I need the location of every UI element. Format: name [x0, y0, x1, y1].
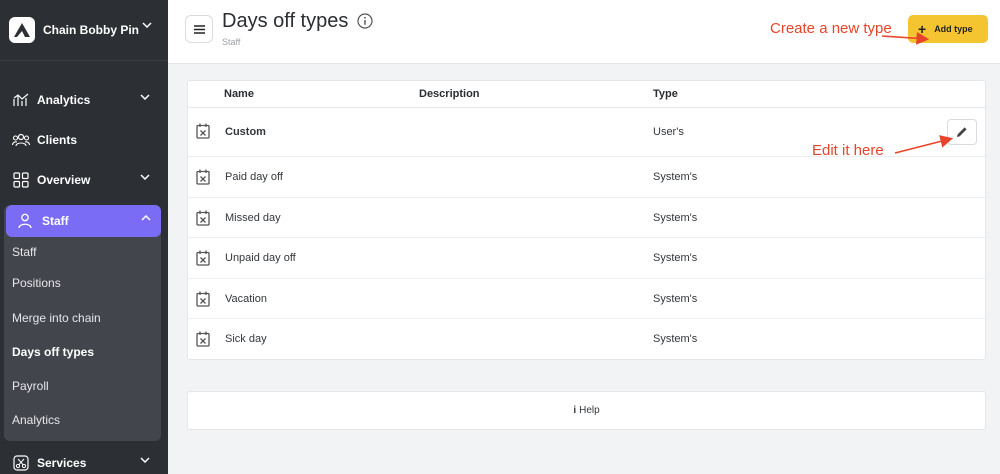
arrow-to-edit: [894, 135, 954, 154]
arrow-to-add-type: [881, 31, 930, 45]
annotation-arrows: [881, 31, 954, 154]
